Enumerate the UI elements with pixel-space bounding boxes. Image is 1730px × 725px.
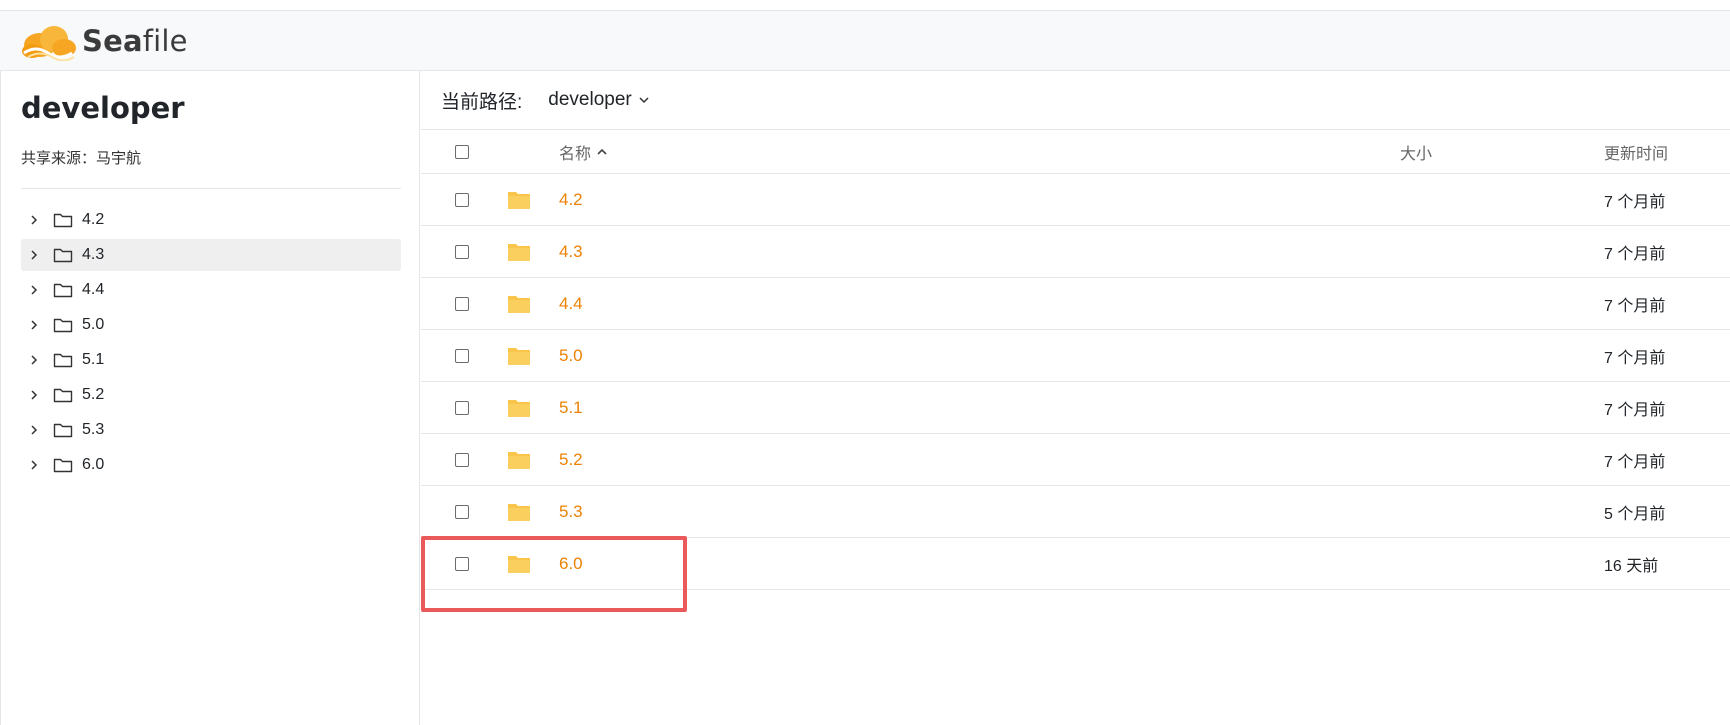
row-name-link[interactable]: 5.2	[559, 450, 583, 470]
tree-item-label: 4.3	[82, 246, 105, 263]
column-header-size[interactable]: 大小	[1400, 140, 1432, 164]
folder-icon	[507, 554, 531, 574]
chevron-right-icon[interactable]	[27, 458, 41, 472]
row-updated-time: 7 个月前	[1604, 245, 1666, 263]
tree-item[interactable]: 5.3	[21, 414, 401, 446]
tree-item-label: 5.2	[82, 386, 105, 403]
tree-item[interactable]: 5.1	[21, 344, 401, 376]
folder-outline-icon	[53, 422, 73, 438]
row-updated-time: 7 个月前	[1604, 401, 1666, 419]
row-updated-time: 5 个月前	[1604, 505, 1666, 523]
tree-item-label: 6.0	[82, 456, 105, 473]
path-bar: 当前路径: developer	[421, 71, 1730, 130]
seafile-cloud-icon	[22, 25, 76, 61]
shared-from: 共享来源： 马宇航	[21, 147, 141, 168]
tree-item-label: 5.0	[82, 316, 105, 333]
folder-icon	[507, 398, 531, 418]
folder-icon	[507, 346, 531, 366]
tree-item[interactable]: 5.0	[21, 309, 401, 341]
table-row[interactable]: 5.3 5 个月前	[421, 486, 1730, 538]
table-row[interactable]: 5.2 7 个月前	[421, 434, 1730, 486]
seafile-logo[interactable]: Seafile	[18, 19, 188, 63]
folder-icon	[507, 242, 531, 262]
folder-outline-icon	[53, 457, 73, 473]
chevron-right-icon[interactable]	[27, 423, 41, 437]
table-row[interactable]: 4.3 7 个月前	[421, 226, 1730, 278]
chevron-right-icon[interactable]	[27, 283, 41, 297]
row-name-link[interactable]: 5.1	[559, 398, 583, 418]
folder-tree: 4.2 4.3 4.4 5.0 5.1 5.2 5.3 6.0	[21, 204, 401, 484]
main-panel: 当前路径: developer 名称 大小 更新时间 4.2 7 个月前 4.3…	[421, 71, 1730, 725]
row-checkbox[interactable]	[455, 504, 469, 519]
sidebar-divider	[21, 188, 401, 189]
row-checkbox[interactable]	[455, 192, 469, 207]
table-row[interactable]: 4.4 7 个月前	[421, 278, 1730, 330]
folder-icon	[507, 294, 531, 314]
table-row[interactable]: 6.0 16 天前	[421, 538, 1730, 590]
row-name-link[interactable]: 5.0	[559, 346, 583, 366]
file-table: 名称 大小 更新时间 4.2 7 个月前 4.3 7 个月前 4.4 7 个月前 5.0 7 …	[421, 131, 1730, 590]
row-checkbox[interactable]	[455, 556, 469, 571]
row-updated-time: 7 个月前	[1604, 453, 1666, 471]
column-header-name-label: 名称	[559, 146, 592, 163]
row-updated-time: 7 个月前	[1604, 349, 1666, 367]
row-name-link[interactable]: 5.3	[559, 502, 583, 522]
path-current-dropdown[interactable]: developer	[548, 89, 649, 111]
row-checkbox[interactable]	[455, 400, 469, 415]
seafile-app: Seafile developer 共享来源： 马宇航 4.2 4.3 4.4 5.0…	[0, 0, 1730, 725]
tree-item[interactable]: 4.3	[21, 239, 401, 271]
shared-from-user: 马宇航	[96, 150, 142, 167]
row-checkbox[interactable]	[455, 244, 469, 259]
shared-from-label: 共享来源：	[21, 150, 97, 167]
row-updated-time: 7 个月前	[1604, 193, 1666, 211]
table-row[interactable]: 5.0 7 个月前	[421, 330, 1730, 382]
chevron-right-icon[interactable]	[27, 213, 41, 227]
logo-wordmark: Seafile	[82, 23, 188, 58]
tree-item-label: 4.2	[82, 211, 105, 228]
folder-outline-icon	[53, 317, 73, 333]
row-checkbox[interactable]	[455, 296, 469, 311]
folder-icon	[507, 450, 531, 470]
chevron-down-icon	[638, 94, 650, 106]
folder-outline-icon	[53, 352, 73, 368]
row-name-link[interactable]: 4.3	[559, 242, 583, 262]
folder-outline-icon	[53, 387, 73, 403]
tree-item[interactable]: 4.4	[21, 274, 401, 306]
column-header-updated[interactable]: 更新时间	[1604, 140, 1668, 164]
table-body: 4.2 7 个月前 4.3 7 个月前 4.4 7 个月前 5.0 7 个月前 5.1 7 个月前…	[421, 174, 1730, 590]
row-name-link[interactable]: 4.4	[559, 294, 583, 314]
sidebar: developer 共享来源： 马宇航 4.2 4.3 4.4 5.0 5.1 5.2 5.…	[0, 71, 420, 725]
folder-outline-icon	[53, 282, 73, 298]
table-header: 名称 大小 更新时间	[421, 131, 1730, 174]
folder-icon	[507, 190, 531, 210]
row-updated-time: 16 天前	[1604, 557, 1659, 575]
row-updated-time: 7 个月前	[1604, 297, 1666, 315]
table-row[interactable]: 5.1 7 个月前	[421, 382, 1730, 434]
tree-item[interactable]: 4.2	[21, 204, 401, 236]
row-name-link[interactable]: 6.0	[559, 554, 583, 574]
table-row[interactable]: 4.2 7 个月前	[421, 174, 1730, 226]
repo-title: developer	[21, 91, 185, 125]
row-name-link[interactable]: 4.2	[559, 190, 583, 210]
top-header: Seafile	[0, 10, 1730, 71]
sort-asc-icon	[596, 146, 608, 158]
row-checkbox[interactable]	[455, 452, 469, 467]
chevron-right-icon[interactable]	[27, 388, 41, 402]
select-all-checkbox[interactable]	[455, 145, 469, 159]
chevron-right-icon[interactable]	[27, 248, 41, 262]
tree-item-label: 4.4	[82, 281, 105, 298]
chevron-right-icon[interactable]	[27, 318, 41, 332]
tree-item[interactable]: 5.2	[21, 379, 401, 411]
tree-item[interactable]: 6.0	[21, 449, 401, 481]
path-current-name: developer	[548, 89, 632, 110]
folder-icon	[507, 502, 531, 522]
tree-item-label: 5.1	[82, 351, 105, 368]
row-checkbox[interactable]	[455, 348, 469, 363]
folder-outline-icon	[53, 212, 73, 228]
current-path-label: 当前路径:	[441, 91, 523, 113]
folder-outline-icon	[53, 247, 73, 263]
tree-item-label: 5.3	[82, 421, 105, 438]
chevron-right-icon[interactable]	[27, 353, 41, 367]
column-header-name[interactable]: 名称	[559, 140, 608, 164]
